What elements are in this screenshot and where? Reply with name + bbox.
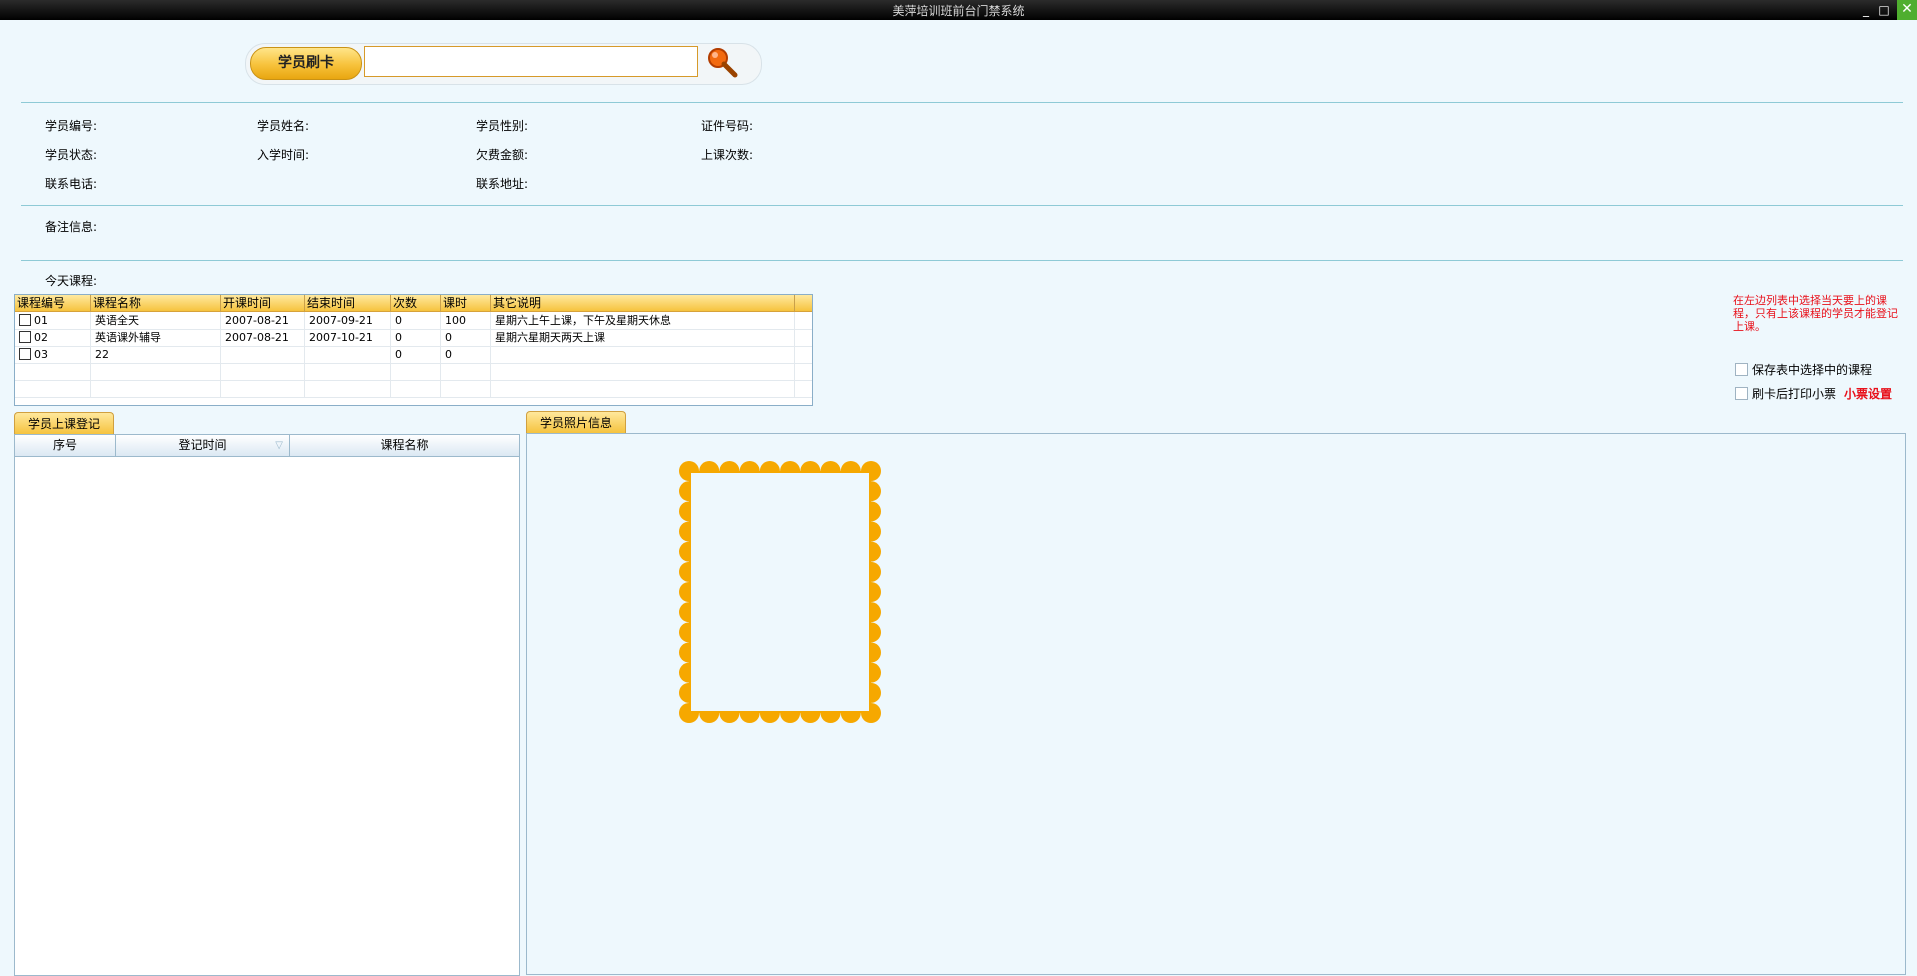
student-name-label: 学员姓名: bbox=[257, 119, 310, 133]
note-cell: 星期六星期天两天上课 bbox=[491, 329, 795, 346]
card-number-input[interactable] bbox=[364, 46, 698, 77]
empty-cell bbox=[441, 363, 491, 380]
tab-photo[interactable]: 学员照片信息 bbox=[526, 411, 626, 434]
magnifier-icon[interactable] bbox=[705, 45, 739, 79]
title-bar: 美萍培训班前台门禁系统 _ □ ✕ bbox=[0, 0, 1917, 20]
empty-cell bbox=[391, 363, 441, 380]
enroll-time-label: 入学时间: bbox=[257, 148, 310, 162]
divider bbox=[21, 205, 1903, 206]
empty-row bbox=[15, 380, 812, 398]
note-cell bbox=[491, 346, 795, 363]
row-checkbox[interactable] bbox=[19, 348, 31, 360]
course-id: 01 bbox=[34, 314, 48, 327]
column-header[interactable]: 课时 bbox=[441, 295, 491, 311]
empty-cell bbox=[15, 363, 91, 380]
register-list: 序号 登记时间 ▽ 课程名称 bbox=[14, 434, 520, 976]
column-header[interactable]: 课程编号 bbox=[15, 295, 91, 311]
course-name-cell: 英语全天 bbox=[91, 312, 221, 329]
hours-cell: 0 bbox=[441, 329, 491, 346]
empty-cell bbox=[441, 380, 491, 397]
empty-cell bbox=[221, 380, 305, 397]
student-card-button[interactable]: 学员刷卡 bbox=[250, 47, 362, 80]
table-row[interactable]: 02 英语课外辅导 2007-08-21 2007-10-21 0 0 星期六星… bbox=[15, 329, 812, 347]
course-selection-hint: 在左边列表中选择当天要上的课程，只有上该课程的学员才能登记上课。 bbox=[1733, 294, 1898, 333]
print-ticket-label: 刷卡后打印小票 bbox=[1752, 387, 1837, 401]
empty-cell bbox=[91, 363, 221, 380]
column-header[interactable]: 课程名称 bbox=[290, 435, 519, 456]
ticket-settings-link[interactable]: 小票设置 bbox=[1844, 387, 1892, 401]
address-label: 联系地址: bbox=[476, 177, 529, 191]
empty-cell bbox=[491, 380, 795, 397]
phone-label: 联系电话: bbox=[45, 177, 98, 191]
table-row[interactable]: 01 英语全天 2007-08-21 2007-09-21 0 100 星期六上… bbox=[15, 312, 812, 330]
column-header[interactable]: 次数 bbox=[391, 295, 441, 311]
sort-down-icon: ▽ bbox=[275, 440, 283, 451]
student-id-label: 学员编号: bbox=[45, 119, 98, 133]
student-status-label: 学员状态: bbox=[45, 148, 98, 162]
empty-row bbox=[15, 363, 812, 381]
row-checkbox[interactable] bbox=[19, 331, 31, 343]
empty-cell bbox=[221, 363, 305, 380]
id-card-label: 证件号码: bbox=[701, 119, 754, 133]
column-header[interactable]: 结束时间 bbox=[305, 295, 391, 311]
save-selected-option[interactable]: 保存表中选择中的课程 bbox=[1735, 361, 1872, 378]
maximize-icon[interactable]: □ bbox=[1877, 3, 1891, 17]
empty-cell bbox=[91, 380, 221, 397]
hours-cell: 100 bbox=[441, 312, 491, 329]
start-date-cell: 2007-08-21 bbox=[221, 329, 305, 346]
row-checkbox[interactable] bbox=[19, 314, 31, 326]
column-header-filler bbox=[795, 295, 812, 311]
photo-frame bbox=[679, 461, 881, 723]
divider bbox=[21, 102, 1903, 103]
tab-register[interactable]: 学员上课登记 bbox=[14, 412, 114, 435]
print-ticket-checkbox[interactable] bbox=[1735, 387, 1748, 400]
course-name-cell: 英语课外辅导 bbox=[91, 329, 221, 346]
photo-panel bbox=[526, 433, 1906, 975]
times-cell: 0 bbox=[391, 346, 441, 363]
empty-cell bbox=[305, 363, 391, 380]
photo-area bbox=[691, 473, 869, 711]
save-selected-label: 保存表中选择中的课程 bbox=[1752, 363, 1873, 377]
course-id-cell: 01 bbox=[15, 312, 91, 329]
column-header[interactable]: 课程名称 bbox=[91, 295, 221, 311]
column-header[interactable]: 登记时间 ▽ bbox=[116, 435, 290, 456]
attend-count-label: 上课次数: bbox=[701, 148, 754, 162]
today-courses-label: 今天课程: bbox=[45, 274, 98, 288]
empty-cell bbox=[15, 380, 91, 397]
end-date-cell: 2007-09-21 bbox=[305, 312, 391, 329]
column-header[interactable]: 开课时间 bbox=[221, 295, 305, 311]
student-gender-label: 学员性别: bbox=[476, 119, 529, 133]
close-icon[interactable]: ✕ bbox=[1897, 0, 1917, 20]
minimize-icon[interactable]: _ bbox=[1859, 3, 1873, 17]
times-cell: 0 bbox=[391, 329, 441, 346]
course-name-cell: 22 bbox=[91, 346, 221, 363]
course-table: 课程编号 课程名称 开课时间 结束时间 次数 课时 其它说明 01 英语全天 2… bbox=[14, 294, 813, 406]
save-selected-checkbox[interactable] bbox=[1735, 363, 1748, 376]
window-title: 美萍培训班前台门禁系统 bbox=[892, 4, 1025, 18]
course-id: 03 bbox=[34, 348, 48, 361]
empty-cell bbox=[391, 380, 441, 397]
start-date-cell: 2007-08-21 bbox=[221, 312, 305, 329]
table-row[interactable]: 03 22 0 0 bbox=[15, 346, 812, 364]
times-cell: 0 bbox=[391, 312, 441, 329]
course-id-cell: 02 bbox=[15, 329, 91, 346]
note-cell: 星期六上午上课，下午及星期天休息 bbox=[491, 312, 795, 329]
divider bbox=[21, 260, 1903, 261]
column-header[interactable]: 序号 bbox=[15, 435, 116, 456]
course-id: 02 bbox=[34, 331, 48, 344]
debt-amount-label: 欠费金额: bbox=[476, 148, 529, 162]
empty-cell bbox=[305, 380, 391, 397]
course-id-cell: 03 bbox=[15, 346, 91, 363]
course-table-header: 课程编号 课程名称 开课时间 结束时间 次数 课时 其它说明 bbox=[15, 295, 812, 312]
remark-label: 备注信息: bbox=[45, 220, 98, 234]
column-header-label: 登记时间 bbox=[178, 438, 227, 452]
register-list-header: 序号 登记时间 ▽ 课程名称 bbox=[15, 435, 519, 457]
end-date-cell bbox=[305, 346, 391, 363]
empty-cell bbox=[491, 363, 795, 380]
end-date-cell: 2007-10-21 bbox=[305, 329, 391, 346]
hours-cell: 0 bbox=[441, 346, 491, 363]
column-header[interactable]: 其它说明 bbox=[491, 295, 795, 311]
print-ticket-option[interactable]: 刷卡后打印小票 小票设置 bbox=[1735, 385, 1892, 402]
start-date-cell bbox=[221, 346, 305, 363]
